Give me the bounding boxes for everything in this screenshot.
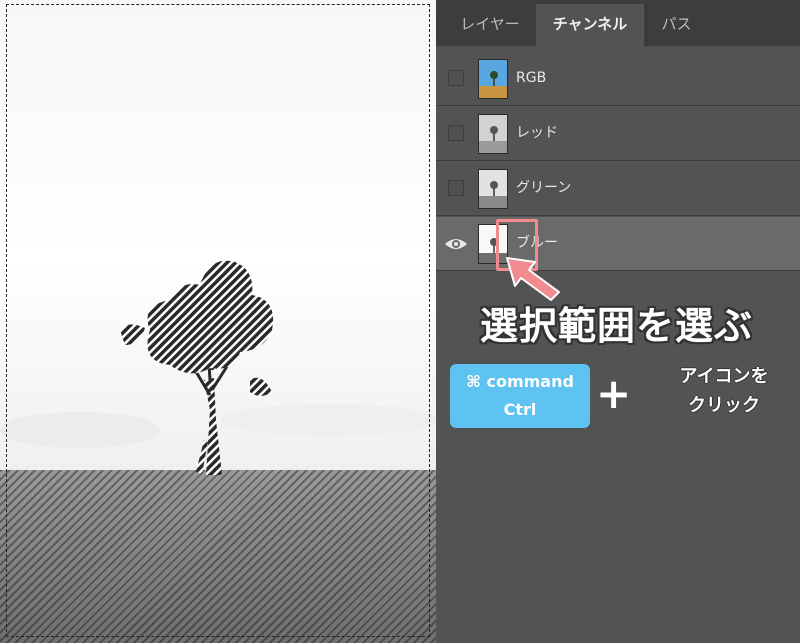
channel-thumbnail-red[interactable] <box>478 114 508 154</box>
eye-icon[interactable] <box>444 234 468 254</box>
channel-row-blue[interactable]: ブルー <box>436 217 800 271</box>
channel-row-green[interactable]: グリーン <box>436 162 800 216</box>
click-instruction-line2: クリック <box>688 395 760 416</box>
shortcut-key-win: Ctrl <box>503 400 537 419</box>
channel-thumbnail-green[interactable] <box>478 169 508 209</box>
plus-sign: + <box>596 369 632 418</box>
pointer-arrow-icon <box>506 257 560 301</box>
shortcut-key-badge: ⌘ command Ctrl <box>450 364 590 428</box>
channel-thumbnail-rgb[interactable] <box>478 59 508 99</box>
tree-selection-graphic <box>0 260 436 475</box>
document-canvas[interactable] <box>0 0 436 643</box>
tab-layers[interactable]: レイヤー <box>446 4 534 46</box>
channel-row-red[interactable]: レッド <box>436 107 800 161</box>
visibility-toggle[interactable] <box>448 125 464 141</box>
channel-name: RGB <box>516 70 547 86</box>
shortcut-key-mac: ⌘ command <box>466 372 574 391</box>
channel-name: グリーン <box>516 180 572 196</box>
panel-tabs: レイヤー チャンネル パス <box>436 0 800 46</box>
click-instruction: アイコンを クリック <box>660 362 788 420</box>
tab-channels[interactable]: チャンネル <box>536 4 644 46</box>
visibility-toggle[interactable] <box>448 70 464 86</box>
visibility-toggle[interactable] <box>448 180 464 196</box>
instruction-title: 選択範囲を選ぶ <box>480 304 754 348</box>
click-instruction-line1: アイコンを <box>679 366 769 387</box>
tab-paths[interactable]: パス <box>646 4 706 46</box>
channel-name: レッド <box>516 125 558 141</box>
channel-row-rgb[interactable]: RGB <box>436 52 800 106</box>
